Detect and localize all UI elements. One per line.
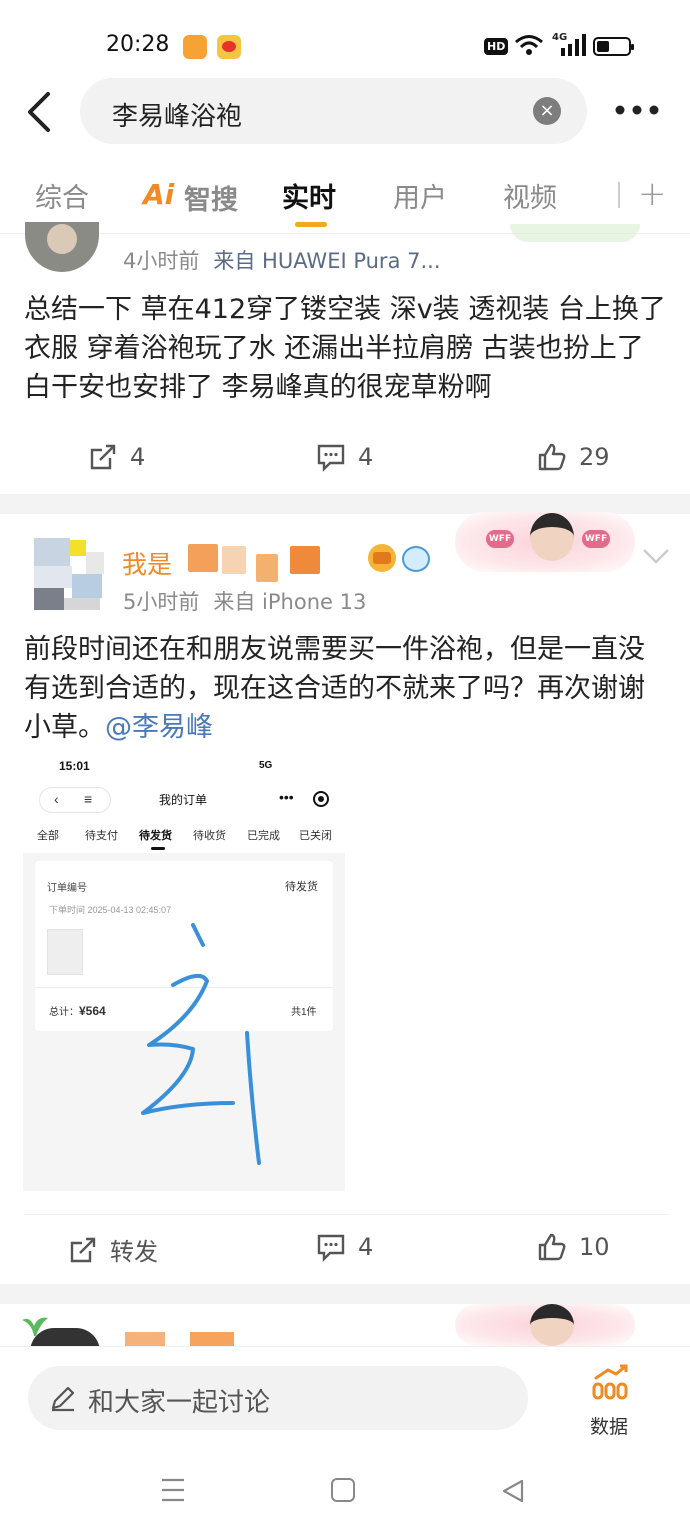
fan-tag-right: WFF	[582, 530, 610, 548]
card-decoration	[510, 224, 640, 242]
repost-button[interactable]: 4	[88, 442, 145, 472]
post-actions: 转发 4 10	[0, 1214, 690, 1284]
input-placeholder: 和大家一起讨论	[88, 1388, 271, 1418]
data-chart-icon[interactable]	[590, 1364, 630, 1400]
add-tab-icon[interactable]: +	[638, 174, 667, 214]
tab-ai-search[interactable]: 智搜	[184, 178, 238, 217]
comment-count: 4	[358, 1233, 374, 1261]
like-count: 29	[579, 443, 610, 471]
mention-link[interactable]: @李易峰	[105, 712, 213, 743]
post-source: 来自 HUAWEI Pura 7...	[213, 249, 441, 273]
comment-icon	[317, 1234, 345, 1262]
like-icon	[538, 1233, 566, 1261]
like-button[interactable]: 10	[537, 1232, 610, 1262]
tab-users[interactable]: 用户	[393, 176, 447, 215]
blurred-username	[290, 546, 320, 574]
post-time: 4小时前	[123, 249, 200, 273]
chevron-down-icon[interactable]	[640, 546, 672, 566]
home-icon[interactable]	[331, 1478, 355, 1502]
data-label[interactable]: 数据	[590, 1412, 628, 1439]
recent-apps-icon[interactable]	[160, 1476, 186, 1504]
post-time: 5小时前	[123, 590, 200, 614]
comment-button[interactable]: 4	[316, 442, 373, 472]
fan-badge-avatar	[530, 1304, 574, 1346]
ai-search-logo[interactable]: Ai	[143, 178, 174, 211]
post-text[interactable]: 前段时间还在和朋友说需要买一件浴袍，但是一直没有选到合适的，现在这合适的不就来了…	[24, 630, 669, 747]
blurred-username	[188, 544, 218, 572]
wave-badge-icon	[402, 546, 430, 572]
search-box[interactable]: 李易峰浴袍 ×	[80, 78, 587, 144]
repost-count: 4	[130, 443, 146, 471]
vip-crown-icon	[368, 544, 396, 572]
battery-icon	[593, 37, 634, 56]
fan-badge-avatar	[530, 513, 574, 561]
back-arrow-icon[interactable]	[22, 90, 62, 134]
post-meta: 4小时前 来自 HUAWEI Pura 7...	[123, 245, 441, 275]
comment-icon	[317, 444, 345, 472]
post-image[interactable]: 15:01 5G ‹ ≡ 我的订单 ••• 全部 待支付 待发货 待收货 已完成 …	[23, 757, 345, 1191]
app-notification-icon	[183, 35, 207, 59]
post-separator	[0, 1284, 690, 1304]
pencil-icon	[51, 1386, 75, 1412]
status-bar: 20:28 HD 4G	[0, 0, 690, 80]
blurred-username	[222, 546, 246, 574]
repost-icon	[90, 444, 116, 470]
post-separator	[0, 494, 690, 514]
more-options-icon[interactable]	[612, 100, 662, 120]
discussion-input[interactable]: 和大家一起讨论	[28, 1366, 528, 1430]
wifi-icon	[515, 35, 543, 55]
post-actions: 4 4 29	[0, 424, 690, 494]
repost-label: 转发	[110, 1238, 158, 1266]
tab-comprehensive[interactable]: 综合	[35, 176, 89, 215]
like-count: 10	[579, 1233, 610, 1261]
post-meta: 5小时前 来自 iPhone 13	[123, 586, 366, 616]
repost-button[interactable]: 转发	[68, 1232, 158, 1267]
hd-icon: HD	[484, 38, 509, 55]
fan-tag-left: WFF	[486, 530, 514, 548]
comment-button[interactable]: 4	[316, 1232, 373, 1262]
nav-back-icon[interactable]	[500, 1478, 526, 1504]
signal-icon	[561, 34, 586, 56]
clear-icon[interactable]: ×	[533, 97, 561, 125]
handwritten-scribble	[141, 923, 261, 1165]
username[interactable]: 我是	[122, 545, 172, 581]
tab-divider	[618, 182, 620, 208]
tab-bar: 综合 实时 用户 视频	[0, 160, 690, 234]
weibo-notification-icon	[217, 35, 241, 59]
repost-icon	[70, 1237, 96, 1262]
post-source: 来自 iPhone 13	[213, 590, 367, 614]
active-tab-indicator	[295, 222, 327, 227]
blurred-username	[256, 554, 278, 582]
tab-videos[interactable]: 视频	[503, 176, 557, 215]
like-icon	[538, 443, 566, 471]
avatar[interactable]	[34, 530, 104, 610]
comment-count: 4	[358, 443, 374, 471]
like-button[interactable]: 29	[537, 442, 610, 472]
avatar[interactable]	[25, 222, 99, 272]
search-query[interactable]: 李易峰浴袍	[112, 96, 242, 133]
status-time: 20:28	[106, 32, 170, 57]
post-text[interactable]: 总结一下 草在412穿了镂空装 深v装 透视装 台上换了衣服 穿着浴袍玩了水 还…	[24, 290, 669, 407]
tab-realtime[interactable]: 实时	[282, 176, 336, 215]
